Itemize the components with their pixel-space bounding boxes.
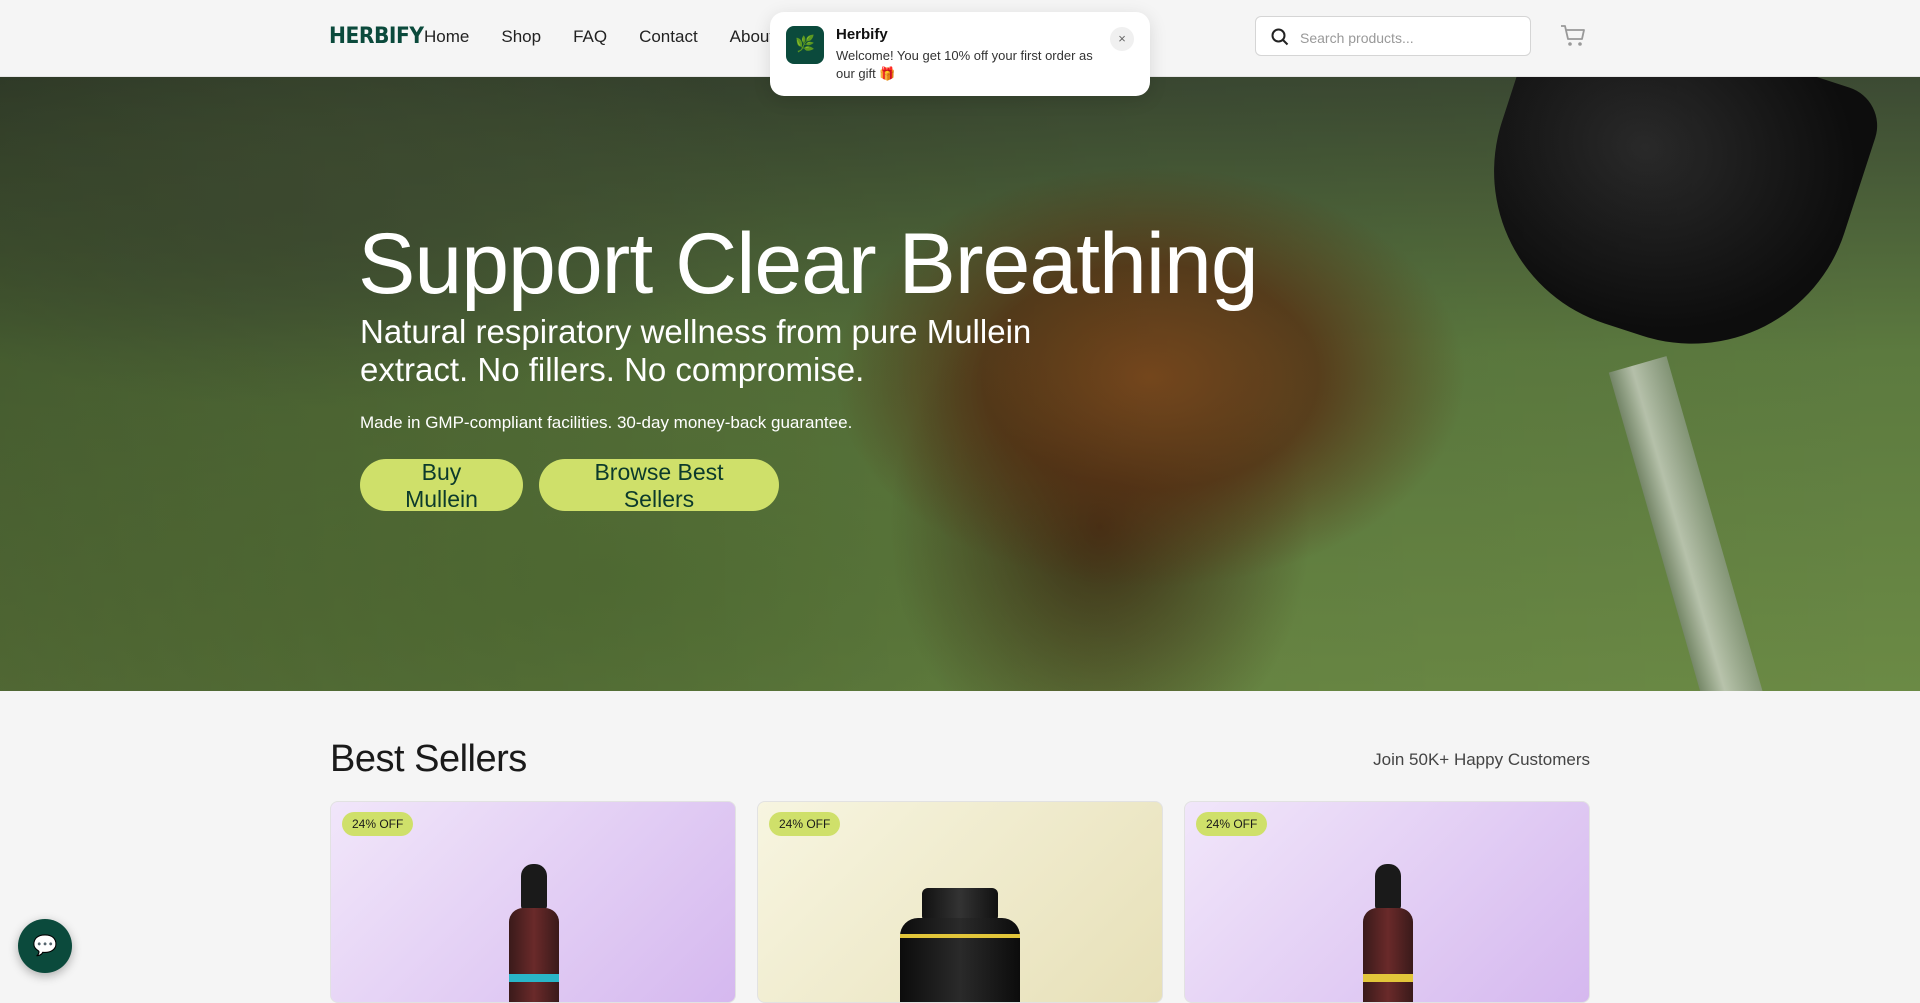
- search-input[interactable]: [1298, 26, 1522, 50]
- product-image: [1363, 864, 1413, 1002]
- hero-subtitle: Natural respiratory wellness from pure M…: [360, 313, 1032, 388]
- discount-badge: 24% OFF: [1196, 812, 1268, 836]
- product-image: [900, 888, 1020, 1002]
- section-title: Best Sellers: [330, 738, 527, 780]
- close-icon[interactable]: ×: [1110, 27, 1134, 51]
- discount-badge: 24% OFF: [342, 812, 414, 836]
- product-card[interactable]: 24% OFF: [757, 801, 1163, 1003]
- toast-title: Herbify: [836, 26, 888, 43]
- search-box: [1255, 16, 1531, 56]
- chat-icon: 💬: [32, 935, 58, 957]
- logo[interactable]: HERBIFY: [329, 24, 424, 49]
- hero-banner: Support Clear Breathing Natural respirat…: [0, 77, 1920, 691]
- toast-message: Welcome! You get 10% off your first orde…: [836, 48, 1093, 81]
- cart-icon: [1561, 25, 1585, 46]
- nav-contact[interactable]: Contact: [639, 27, 698, 47]
- search-icon: [1271, 28, 1289, 46]
- main-nav: Home Shop FAQ Contact About U: [424, 27, 823, 47]
- buy-mullein-button[interactable]: Buy Mullein: [360, 459, 523, 512]
- customers-tagline: Join 50K+ Happy Customers: [1373, 750, 1590, 769]
- welcome-toast: 🌿 Herbify Welcome! You get 10% off your …: [770, 12, 1150, 96]
- nav-home[interactable]: Home: [424, 27, 469, 47]
- product-card[interactable]: 24% OFF: [330, 801, 736, 1003]
- brand-icon: 🌿: [786, 26, 824, 64]
- cart-button[interactable]: [1560, 24, 1586, 53]
- discount-badge: 24% OFF: [769, 812, 841, 836]
- chat-button[interactable]: 💬: [18, 919, 72, 973]
- browse-best-sellers-button[interactable]: Browse Best Sellers: [539, 459, 779, 512]
- hero-guarantee: Made in GMP-compliant facilities. 30-day…: [360, 413, 853, 432]
- nav-shop[interactable]: Shop: [501, 27, 541, 47]
- product-card[interactable]: 24% OFF: [1184, 801, 1590, 1003]
- nav-faq[interactable]: FAQ: [573, 27, 607, 47]
- product-image: [509, 864, 559, 1002]
- hero-title: Support Clear Breathing: [358, 216, 1259, 312]
